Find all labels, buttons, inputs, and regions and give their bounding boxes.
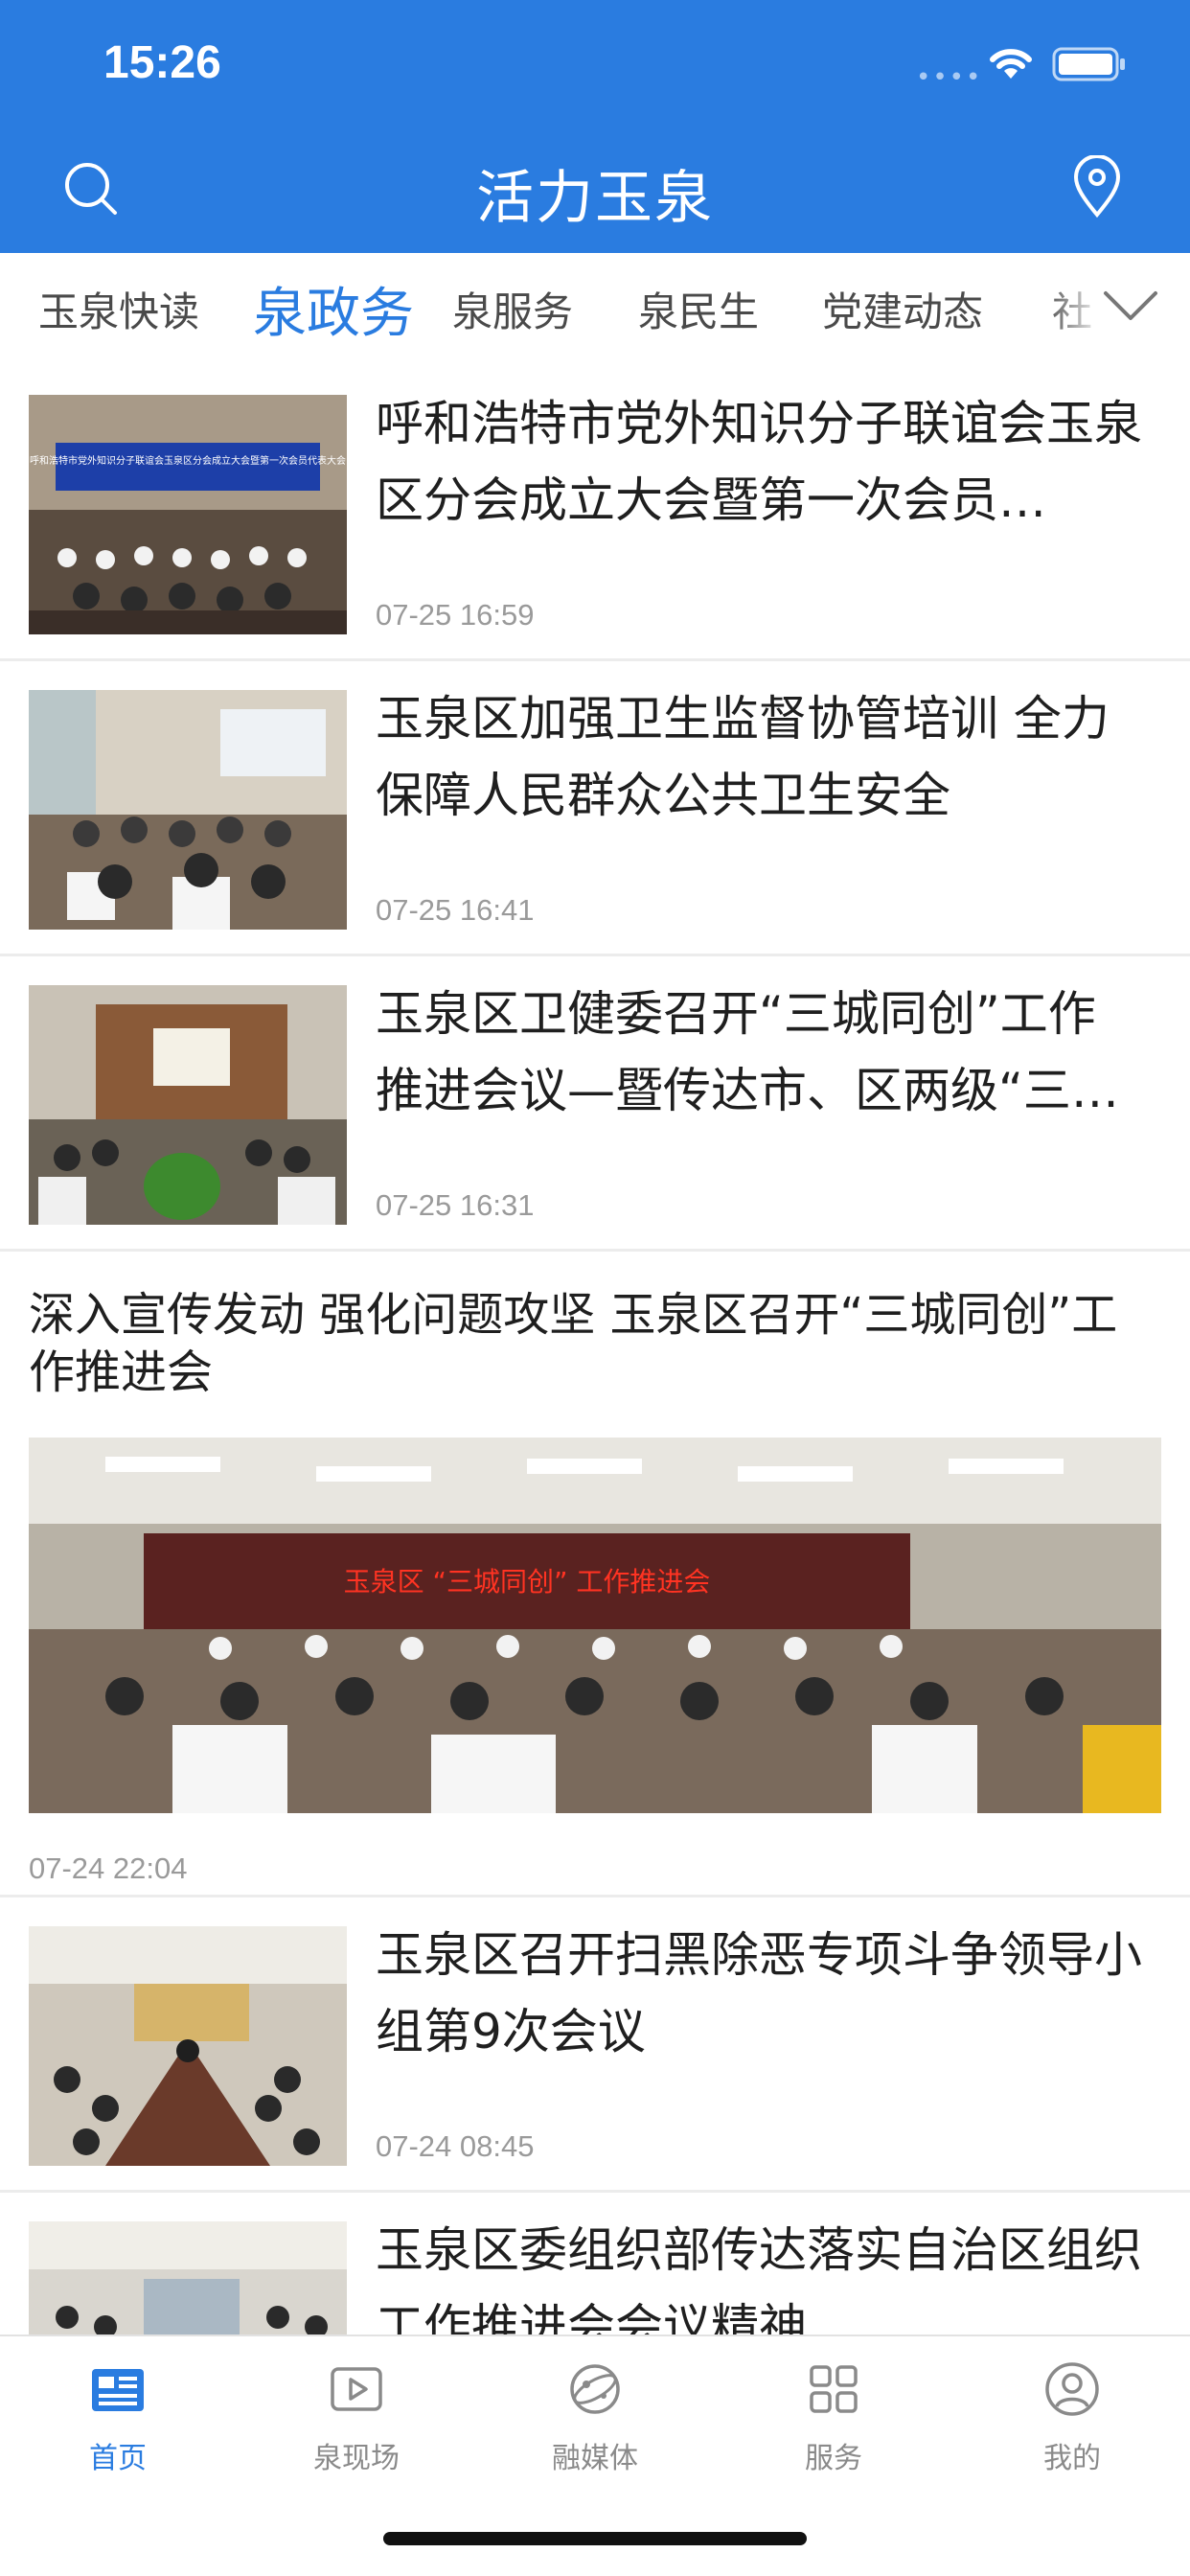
tab-quan-minsheng[interactable]: 泉民生 <box>638 280 759 338</box>
news-time: 07-25 16:59 <box>376 598 535 632</box>
news-thumbnail: 呼和浩特市党外知识分子联谊会玉泉区分会成立大会暨第一次会员代表大会 <box>29 395 347 634</box>
nav-label: 首页 <box>89 2442 147 2475</box>
cellular-signal-icon: •••• <box>916 63 983 92</box>
nav-label: 服务 <box>805 2442 862 2475</box>
nav-live[interactable]: 泉现场 <box>285 2358 428 2476</box>
category-tabs: 玉泉快读 泉政务 泉服务 泉民生 党建动态 社 <box>0 253 1190 366</box>
news-icon <box>92 2369 144 2411</box>
news-thumbnail <box>29 690 347 930</box>
app-title: 活力玉泉 <box>476 165 714 232</box>
news-time: 07-25 16:31 <box>376 1188 535 1222</box>
news-list-item[interactable]: 玉泉区卫健委召开“三城同创”工作推进会议—暨传达市、区两级“三… 07-25 1… <box>0 956 1190 1252</box>
nav-services[interactable]: 服务 <box>762 2358 905 2476</box>
nav-media[interactable]: 融媒体 <box>523 2358 667 2476</box>
nav-home[interactable]: 首页 <box>46 2358 190 2476</box>
news-title: 深入宣传发动 强化问题攻坚 玉泉区召开“三城同创”工作推进会 <box>29 1288 1118 1399</box>
nav-label: 融媒体 <box>552 2442 638 2475</box>
app-header: 15:26 •••• 活力玉泉 <box>0 0 1190 253</box>
battery-icon <box>1052 47 1125 81</box>
grid-icon <box>810 2365 858 2413</box>
chevron-down-icon[interactable] <box>1102 288 1159 326</box>
nav-profile[interactable]: 我的 <box>1000 2358 1144 2476</box>
news-time: 07-25 16:41 <box>376 893 535 927</box>
nav-label: 泉现场 <box>313 2442 400 2475</box>
news-list-item[interactable]: 玉泉区召开扫黑除恶专项斗争领导小组第9次会议 07-24 08:45 <box>0 1898 1190 2193</box>
news-list-item-featured[interactable]: 深入宣传发动 强化问题攻坚 玉泉区召开“三城同创”工作推进会 玉泉区 “三城同创… <box>0 1252 1190 1898</box>
news-thumbnail <box>29 1926 347 2166</box>
news-title: 呼和浩特市党外知识分子联谊会玉泉区分会成立大会暨第一次会员… <box>376 396 1142 528</box>
tab-yuquan-kuaidu[interactable]: 玉泉快读 <box>38 280 199 338</box>
status-time: 15:26 <box>103 37 221 88</box>
news-list-item[interactable]: 呼和浩特市党外知识分子联谊会玉泉区分会成立大会暨第一次会员代表大会 呼和浩特市党… <box>0 366 1190 661</box>
news-time: 07-24 08:45 <box>376 2129 535 2163</box>
news-thumbnail <box>29 985 347 1225</box>
nav-label: 我的 <box>1043 2442 1101 2475</box>
home-indicator[interactable] <box>383 2532 807 2545</box>
stage-banner-text: 玉泉区 “三城同创” 工作推进会 <box>344 1566 711 1598</box>
news-title: 玉泉区召开扫黑除恶专项斗争领导小组第9次会议 <box>376 1927 1142 2059</box>
globe-icon <box>570 2364 620 2414</box>
news-list-item[interactable]: 玉泉区加强卫生监督协管培训 全力保障人民群众公共卫生安全 07-25 16:41 <box>0 661 1190 956</box>
news-feature-image: 玉泉区 “三城同创” 工作推进会 <box>29 1438 1161 1813</box>
news-title: 玉泉区加强卫生监督协管培训 全力保障人民群众公共卫生安全 <box>376 691 1110 823</box>
play-icon <box>331 2367 382 2411</box>
thumb-banner-text: 呼和浩特市党外知识分子联谊会玉泉区分会成立大会暨第一次会员代表大会 <box>30 454 346 467</box>
location-pin-icon[interactable] <box>1071 155 1123 218</box>
news-title: 玉泉区卫健委召开“三城同创”工作推进会议—暨传达市、区两级“三… <box>376 986 1119 1118</box>
tab-dangjian-dongtai[interactable]: 党建动态 <box>822 280 983 338</box>
news-time: 07-24 22:04 <box>29 1852 188 1885</box>
tab-quan-zhengwu[interactable]: 泉政务 <box>253 270 414 348</box>
user-icon <box>1045 2362 1099 2416</box>
wifi-icon <box>990 49 1032 79</box>
tab-quan-fuwu[interactable]: 泉服务 <box>452 280 573 338</box>
